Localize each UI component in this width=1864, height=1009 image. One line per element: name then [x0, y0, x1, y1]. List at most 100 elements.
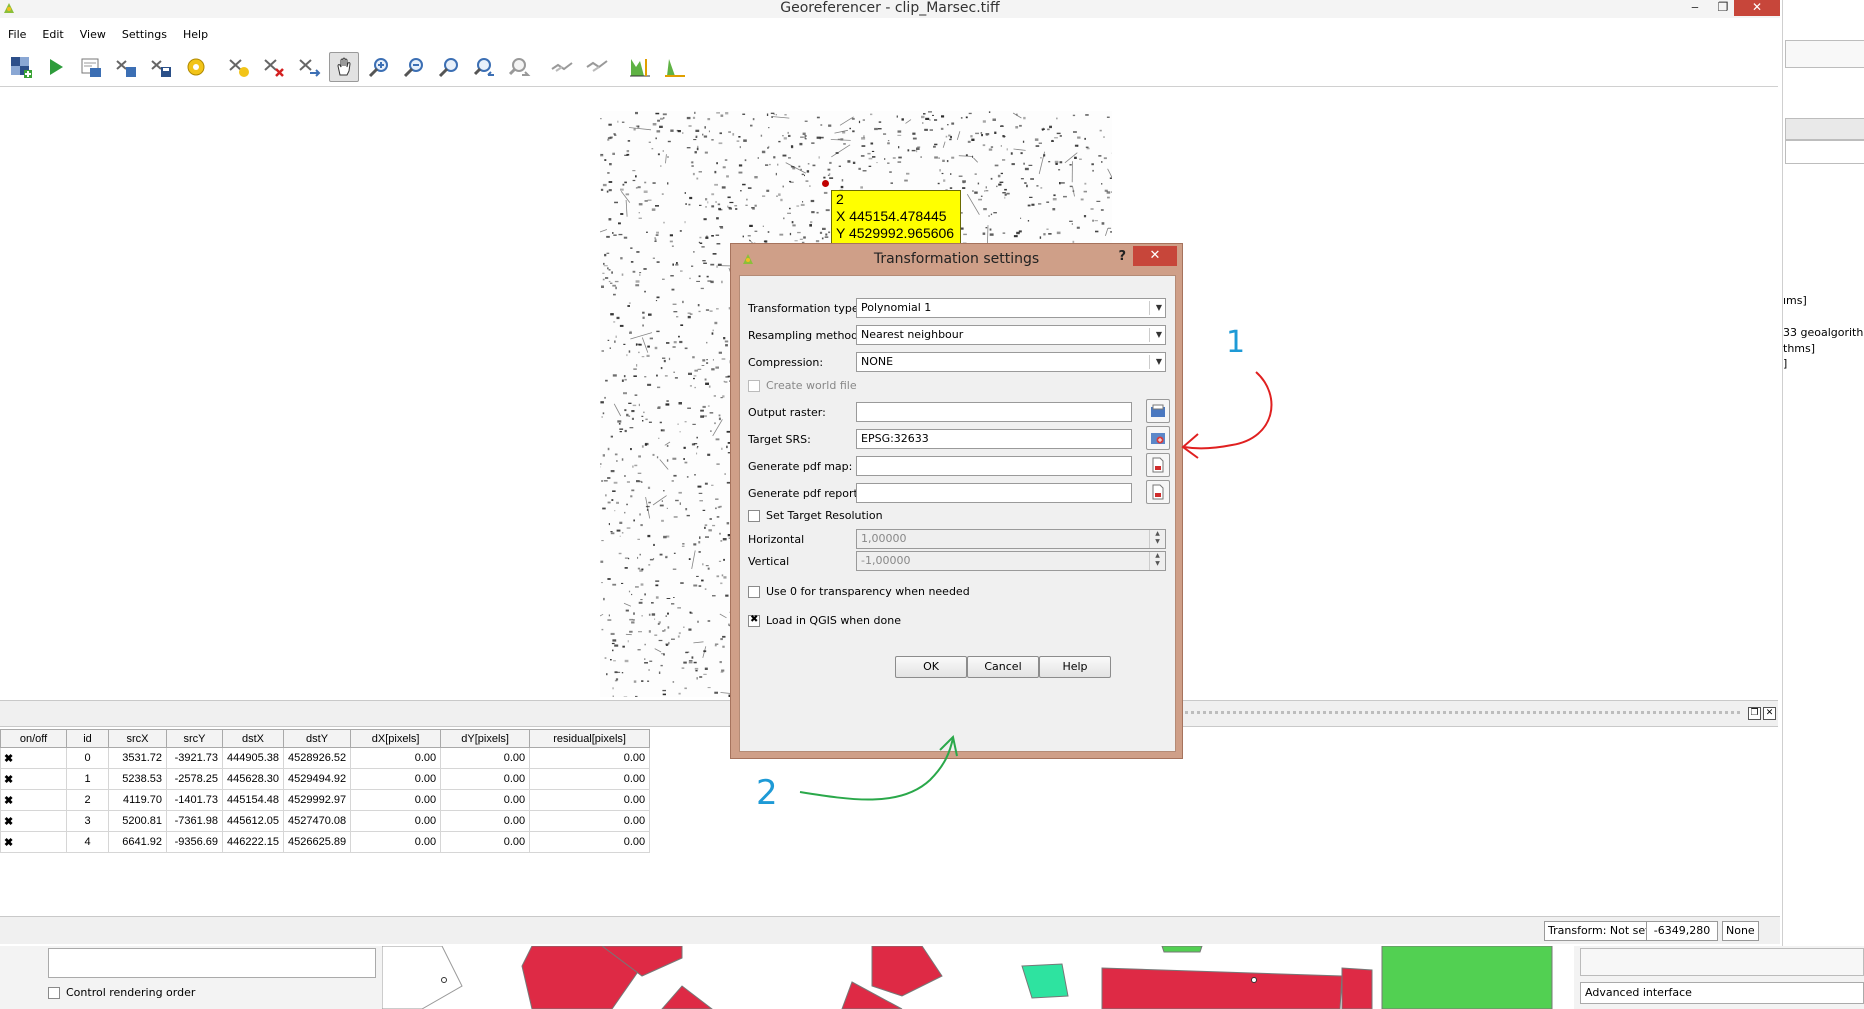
cell-srcy[interactable]: -1401.73 — [166, 789, 223, 811]
processing-tree-item[interactable]: ] — [1783, 357, 1787, 370]
table-row[interactable]: ✖ 4 6641.92 -9356.69 446222.15 4526625.8… — [0, 831, 651, 853]
pan-button[interactable] — [329, 52, 359, 82]
control-rendering-order-checkbox[interactable] — [48, 986, 60, 999]
processing-tree-item[interactable]: 33 geoalgorithms — [1783, 326, 1864, 339]
side-panel-search[interactable] — [1785, 140, 1864, 164]
cell-srcx[interactable]: 4119.70 — [108, 789, 167, 811]
zoom-out-button[interactable] — [399, 52, 429, 82]
srs-status[interactable]: None — [1722, 921, 1759, 941]
cell-srcy[interactable]: -9356.69 — [166, 831, 223, 853]
column-header-dsty[interactable]: dstY — [282, 729, 352, 748]
row-enabled-checkbox[interactable]: ✖ — [0, 789, 67, 811]
column-header-residual[interactable]: residual[pixels] — [529, 729, 651, 748]
column-header-dstx[interactable]: dstX — [222, 729, 284, 748]
transparency-option[interactable]: Use 0 for transparency when needed — [748, 585, 970, 598]
qgis-map-canvas-fragment[interactable] — [382, 946, 1574, 1009]
column-header-srcy[interactable]: srcY — [166, 729, 223, 748]
menu-file[interactable]: File — [0, 26, 34, 44]
generate-pdf-report-field[interactable] — [856, 483, 1132, 503]
menu-view[interactable]: View — [72, 26, 114, 44]
load-in-qgis-option[interactable]: Load in QGIS when done — [748, 614, 901, 627]
zoom-next-button[interactable] — [504, 52, 534, 82]
cell-srcx[interactable]: 6641.92 — [108, 831, 167, 853]
column-header-srcx[interactable]: srcX — [108, 729, 167, 748]
load-in-qgis-checkbox[interactable] — [748, 614, 760, 627]
transformation-type-select[interactable]: Polynomial 1 — [856, 298, 1166, 318]
set-target-resolution-checkbox[interactable] — [748, 509, 760, 522]
vertical-resolution-spinbox[interactable]: -1,00000 ▲ ▼ — [856, 551, 1166, 571]
spinbox-arrows-icon[interactable]: ▲ ▼ — [1149, 530, 1165, 548]
target-srs-field[interactable]: EPSG:32633 — [856, 429, 1132, 449]
row-enabled-checkbox[interactable]: ✖ — [0, 810, 67, 832]
advanced-interface-dropdown[interactable]: Advanced interface — [1580, 982, 1864, 1004]
target-srs-select-button[interactable] — [1146, 426, 1170, 450]
generate-pdf-report-browse-button[interactable] — [1146, 480, 1170, 504]
table-row[interactable]: ✖ 2 4119.70 -1401.73 445154.48 4529992.9… — [0, 789, 651, 811]
cell-srcx[interactable]: 3531.72 — [108, 747, 167, 769]
cell-dsty[interactable]: 4526625.89 — [282, 831, 352, 853]
add-point-button[interactable] — [224, 52, 254, 82]
help-button[interactable]: Help — [1039, 656, 1111, 678]
transformation-settings-button[interactable] — [181, 52, 211, 82]
cell-dstx[interactable]: 445612.05 — [222, 810, 284, 832]
set-target-resolution-option[interactable]: Set Target Resolution — [748, 509, 883, 522]
dialog-help-button[interactable]: ? — [1118, 249, 1126, 264]
menu-edit[interactable]: Edit — [34, 26, 71, 44]
cell-srcy[interactable]: -2578.25 — [166, 768, 223, 790]
generate-pdf-map-field[interactable] — [856, 456, 1132, 476]
compression-select[interactable]: NONE — [856, 352, 1166, 372]
resampling-method-select[interactable]: Nearest neighbour — [856, 325, 1166, 345]
column-header-dx[interactable]: dX[pixels] — [350, 729, 442, 748]
cancel-button[interactable]: Cancel — [967, 656, 1039, 678]
column-header-dy[interactable]: dY[pixels] — [440, 729, 531, 748]
zoom-to-layer-button[interactable] — [434, 52, 464, 82]
output-raster-browse-button[interactable] — [1146, 399, 1170, 423]
dock-float-button[interactable]: ❐ — [1748, 707, 1761, 720]
spinbox-arrows-icon[interactable]: ▲ ▼ — [1149, 552, 1165, 570]
processing-tree-item[interactable]: thms] — [1783, 342, 1815, 355]
row-enabled-checkbox[interactable]: ✖ — [0, 747, 67, 769]
open-raster-button[interactable] — [6, 52, 36, 82]
close-window-button[interactable]: ✕ — [1734, 0, 1780, 16]
cell-srcx[interactable]: 5238.53 — [108, 768, 167, 790]
start-georeferencing-button[interactable] — [41, 52, 71, 82]
column-header-id[interactable]: id — [66, 729, 109, 748]
load-gcp-points-button[interactable] — [111, 52, 141, 82]
raster-histogram-stretch-button[interactable] — [625, 52, 655, 82]
cell-dstx[interactable]: 445628.30 — [222, 768, 284, 790]
table-row[interactable]: ✖ 3 5200.81 -7361.98 445612.05 4527470.0… — [0, 810, 651, 832]
cell-srcx[interactable]: 5200.81 — [108, 810, 167, 832]
generate-pdf-map-browse-button[interactable] — [1146, 453, 1170, 477]
zoom-in-button[interactable] — [364, 52, 394, 82]
cell-dstx[interactable]: 444905.38 — [222, 747, 284, 769]
cell-dsty[interactable]: 4528926.52 — [282, 747, 352, 769]
cell-dsty[interactable]: 4529494.92 — [282, 768, 352, 790]
horizontal-resolution-spinbox[interactable]: 1,00000 ▲ ▼ — [856, 529, 1166, 549]
delete-point-button[interactable] — [259, 52, 289, 82]
cell-dstx[interactable]: 445154.48 — [222, 789, 284, 811]
cell-srcy[interactable]: -3921.73 — [166, 747, 223, 769]
processing-tree-item[interactable]: ıms] — [1783, 294, 1807, 307]
dock-close-button[interactable]: ✕ — [1763, 707, 1776, 720]
cell-dsty[interactable]: 4527470.08 — [282, 810, 352, 832]
dock-grip[interactable] — [1180, 711, 1740, 714]
transparency-checkbox[interactable] — [748, 585, 760, 598]
ok-button[interactable]: OK — [895, 656, 967, 678]
raster-local-histogram-stretch-button[interactable] — [660, 52, 690, 82]
minimize-button[interactable]: ‒ — [1680, 0, 1710, 16]
cell-dstx[interactable]: 446222.15 — [222, 831, 284, 853]
output-raster-field[interactable] — [856, 402, 1132, 422]
table-row[interactable]: ✖ 0 3531.72 -3921.73 444905.38 4528926.5… — [0, 747, 651, 769]
row-enabled-checkbox[interactable]: ✖ — [0, 831, 67, 853]
gcp-marker[interactable] — [822, 180, 829, 187]
control-rendering-order-option[interactable]: Control rendering order — [48, 986, 195, 999]
column-header-on-off[interactable]: on/off — [0, 729, 67, 748]
create-world-file-option[interactable]: Create world file — [748, 379, 857, 392]
dialog-close-button[interactable]: ✕ — [1133, 246, 1177, 266]
link-qgis-to-georeferencer-button[interactable] — [582, 52, 612, 82]
link-georeferencer-to-qgis-button[interactable] — [547, 52, 577, 82]
move-gcp-point-button[interactable] — [294, 52, 324, 82]
cell-dsty[interactable]: 4529992.97 — [282, 789, 352, 811]
create-world-file-checkbox[interactable] — [748, 379, 760, 392]
row-enabled-checkbox[interactable]: ✖ — [0, 768, 67, 790]
